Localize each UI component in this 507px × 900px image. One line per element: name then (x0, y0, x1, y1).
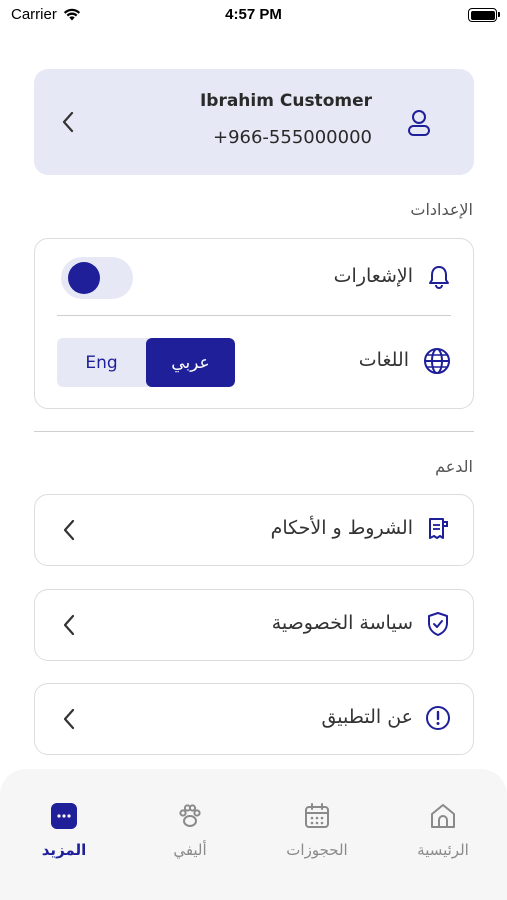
home-icon (431, 804, 455, 828)
settings-divider (57, 315, 451, 316)
lang-option-eng[interactable]: Eng (57, 338, 146, 387)
tab-bar: الرئيسية الحجوزات أليفي المزيد (0, 769, 507, 900)
status-bar: Carrier 4:57 PM (0, 0, 507, 32)
info-icon (426, 706, 450, 730)
bell-icon (429, 266, 449, 289)
about-item[interactable]: عن التطبيق (34, 683, 474, 755)
lang-option-ar[interactable]: عربي (146, 338, 235, 387)
chevron-left-icon (63, 708, 75, 730)
language-switch: Eng عربي (57, 338, 235, 387)
chevron-left-icon (63, 519, 75, 541)
tab-home-label: الرئيسية (417, 841, 469, 859)
user-icon (408, 110, 430, 136)
notifications-toggle[interactable] (61, 257, 133, 299)
privacy-label: سياسة الخصوصية (271, 612, 413, 634)
terms-label: الشروط و الأحكام (270, 517, 413, 539)
paw-icon (179, 804, 201, 827)
support-section-title: الدعم (435, 457, 473, 476)
more-icon (51, 803, 77, 829)
globe-icon (424, 348, 450, 374)
profile-card[interactable]: Ibrahim Customer +966-555000000 (34, 69, 474, 175)
status-time: 4:57 PM (225, 6, 282, 23)
tab-pets-label: أليفي (173, 841, 207, 859)
notifications-label: الإشعارات (333, 265, 413, 287)
chevron-left-icon (62, 111, 74, 133)
settings-card: الإشعارات Eng عربي اللغات (34, 238, 474, 409)
languages-label: اللغات (358, 349, 409, 371)
tab-more-label: المزيد (41, 841, 87, 859)
shield-icon (428, 612, 448, 636)
calendar-icon (305, 803, 329, 828)
tab-bookings-label: الحجوزات (286, 841, 348, 859)
section-divider (34, 431, 474, 432)
tab-pets[interactable]: أليفي (140, 801, 240, 871)
privacy-item[interactable]: سياسة الخصوصية (34, 589, 474, 661)
terms-item[interactable]: الشروط و الأحكام (34, 494, 474, 566)
settings-section-title: الإعدادات (410, 200, 473, 219)
profile-phone: +966-555000000 (212, 127, 372, 148)
tab-more[interactable]: المزيد (14, 801, 114, 871)
chevron-left-icon (63, 614, 75, 636)
document-icon (429, 518, 448, 539)
tab-home[interactable]: الرئيسية (393, 801, 493, 871)
about-label: عن التطبيق (321, 706, 413, 728)
toggle-knob (68, 262, 100, 294)
battery-icon (468, 8, 500, 22)
tab-bookings[interactable]: الحجوزات (267, 801, 367, 871)
profile-name: Ibrahim Customer (199, 91, 372, 111)
